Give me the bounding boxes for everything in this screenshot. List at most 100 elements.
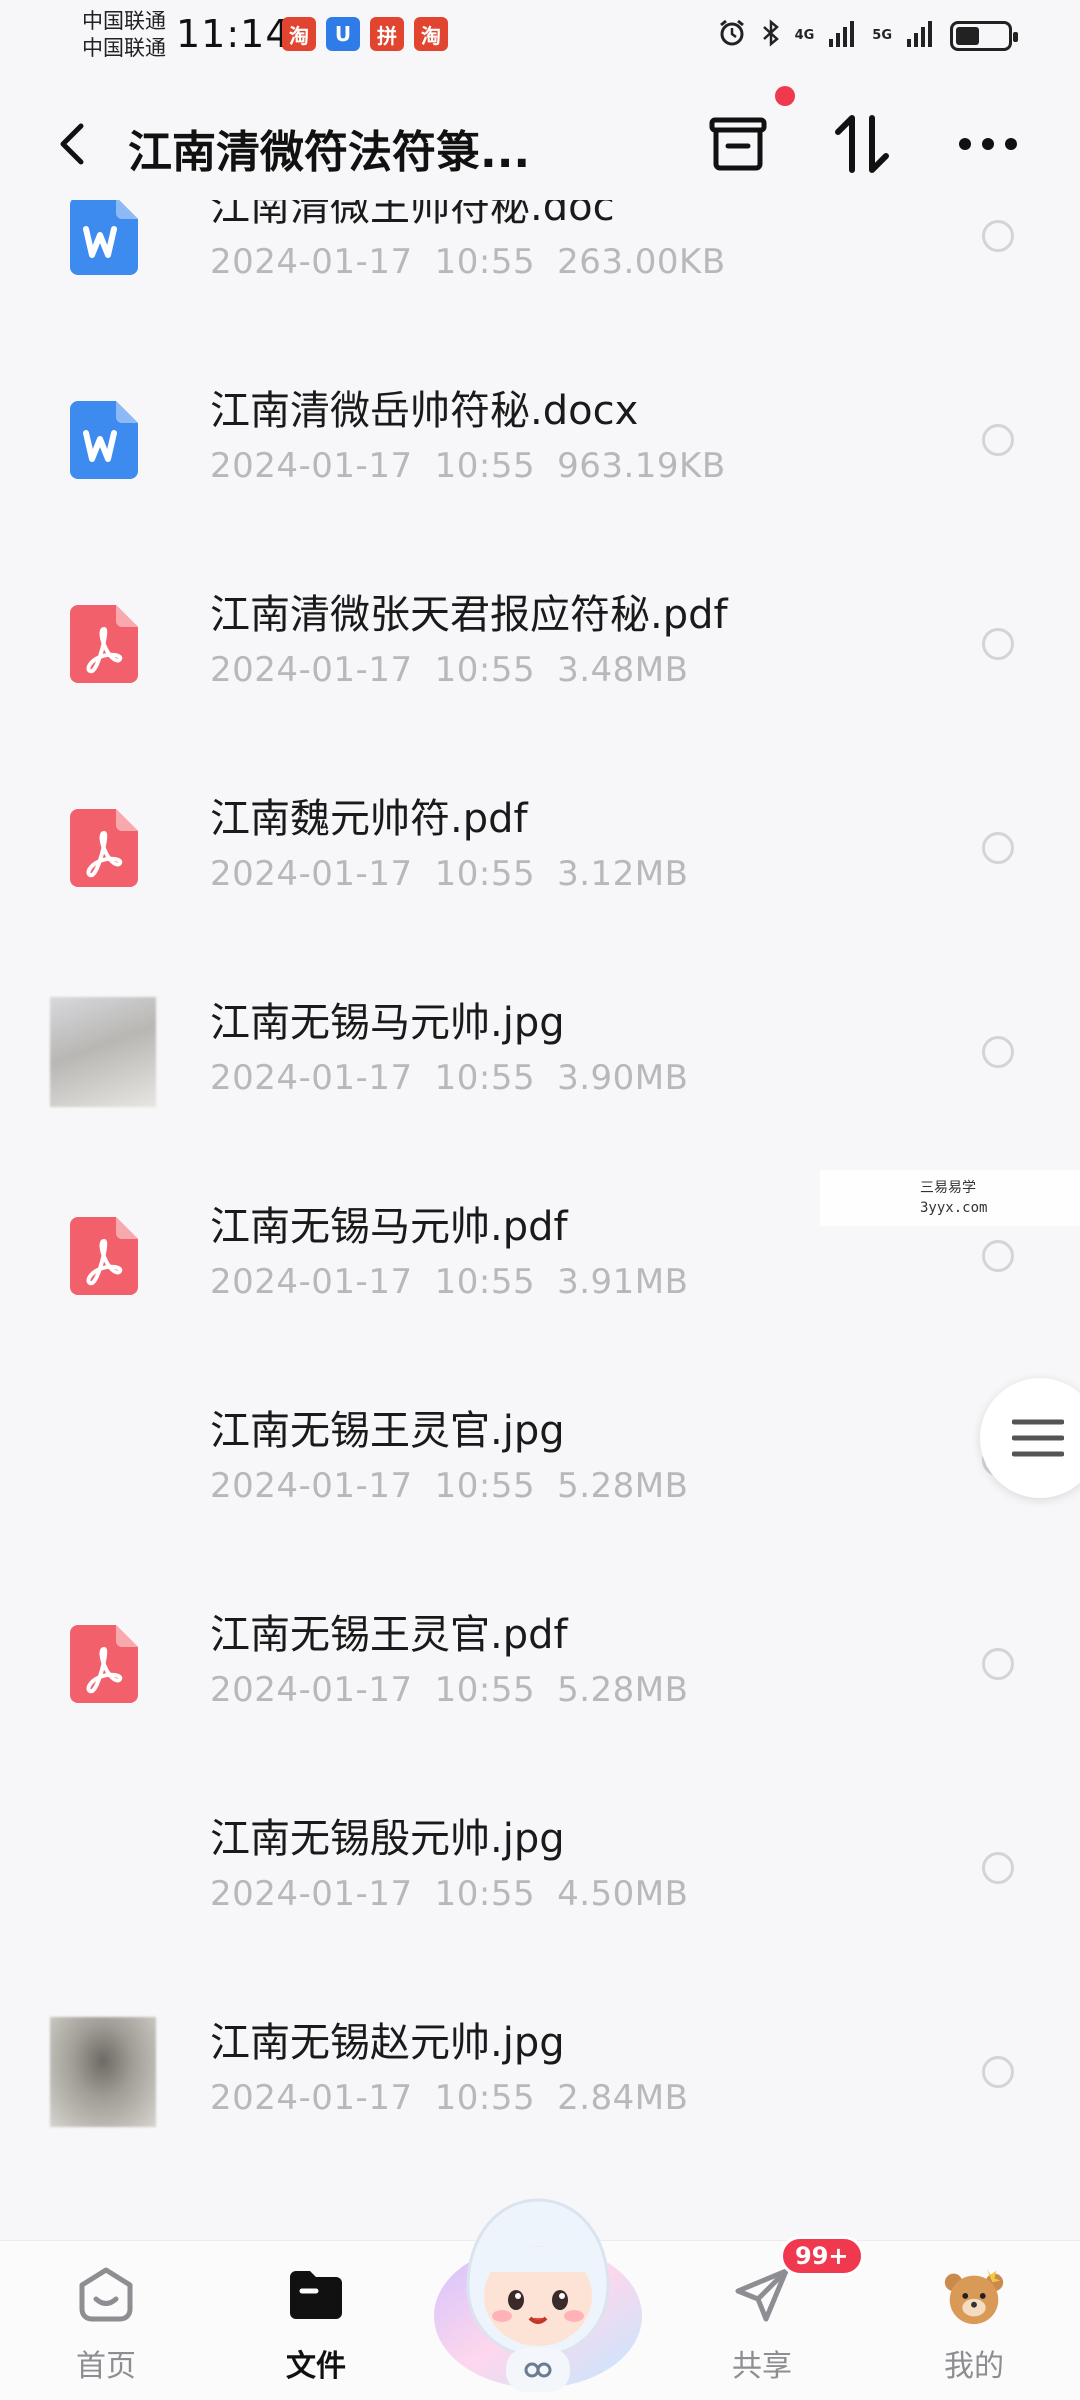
back-arrow-icon — [60, 123, 84, 165]
page-title: 江南清微符法符箓... — [128, 127, 531, 178]
file-date: 2024-01-17 — [210, 1262, 413, 1302]
file-date: 2024-01-17 — [210, 446, 413, 486]
transfer-button[interactable] — [698, 104, 778, 184]
file-date: 2024-01-17 — [210, 242, 413, 282]
select-radio[interactable] — [982, 2056, 1014, 2088]
file-size: 3.91MB — [557, 1262, 689, 1302]
file-name: 江南无锡马元帅.pdf — [210, 1204, 568, 1250]
status-bar: 中国联通 中国联通 11:14 淘 U 拼 淘 4G 5G — [0, 0, 1080, 70]
file-row[interactable]: 江南清微岳帅符秘.docx 2024-01-17 10:55 963.19KB — [0, 338, 1080, 542]
nav-files[interactable]: 文件 — [236, 2241, 396, 2400]
file-meta: 2024-01-17 10:55 4.50MB — [210, 1874, 688, 1914]
more-button[interactable] — [948, 104, 1028, 184]
select-radio[interactable] — [982, 220, 1014, 252]
pinduoduo-app-icon: 拼 — [370, 17, 404, 51]
pdf-file-icon — [70, 605, 138, 683]
nav-files-label: 文件 — [286, 2349, 346, 2384]
back-button[interactable] — [48, 114, 96, 174]
file-size: 5.28MB — [557, 1670, 689, 1710]
notification-app-icons: 淘 U 拼 淘 — [282, 17, 448, 51]
file-name: 江南魏元帅符.pdf — [210, 796, 528, 842]
word-doc-icon — [70, 200, 138, 275]
file-meta: 2024-01-17 10:55 263.00KB — [210, 242, 726, 282]
file-name: 江南无锡王灵官.jpg — [210, 1408, 565, 1454]
pdf-file-icon — [70, 809, 138, 887]
menu-lines-icon — [1012, 1419, 1064, 1457]
file-date: 2024-01-17 — [210, 854, 413, 894]
file-time: 10:55 — [434, 650, 536, 690]
file-meta: 2024-01-17 10:55 3.48MB — [210, 650, 688, 690]
carrier-labels: 中国联通 中国联通 — [82, 8, 166, 62]
file-row[interactable]: 江南无锡殷元帅.jpg 2024-01-17 10:55 4.50MB — [0, 1766, 1080, 1970]
file-row[interactable]: 江南无锡王灵官.pdf 2024-01-17 10:55 5.28MB — [0, 1562, 1080, 1766]
word-doc-icon — [70, 401, 138, 479]
select-radio[interactable] — [982, 1036, 1014, 1068]
nav-home-label: 首页 — [76, 2349, 136, 2384]
nav-home[interactable]: 首页 — [26, 2241, 186, 2400]
carrier-1: 中国联通 — [82, 9, 166, 33]
pdf-file-icon — [70, 1625, 138, 1703]
file-time: 10:55 — [434, 446, 536, 486]
astronaut-mascot-icon — [434, 2198, 642, 2392]
file-date: 2024-01-17 — [210, 1670, 413, 1710]
bear-avatar-icon — [940, 2261, 1008, 2329]
file-time: 10:55 — [434, 1874, 536, 1914]
bluetooth-icon — [761, 18, 781, 53]
network-4g-label: 4G — [794, 28, 815, 43]
battery-level — [956, 26, 979, 45]
signal-icon-1 — [828, 19, 858, 52]
select-radio[interactable] — [982, 1240, 1014, 1272]
file-size: 5.28MB — [557, 1466, 689, 1506]
file-row[interactable]: 江南无锡王灵官.jpg 2024-01-17 10:55 5.28MB — [0, 1358, 1080, 1562]
signal-icon-2 — [906, 19, 936, 52]
select-radio[interactable] — [982, 424, 1014, 456]
select-radio[interactable] — [982, 1852, 1014, 1884]
file-date: 2024-01-17 — [210, 1466, 413, 1506]
file-time: 10:55 — [434, 1262, 536, 1302]
paper-plane-icon — [728, 2261, 796, 2329]
watermark-line-2: 3yyx.com — [920, 1200, 988, 1216]
file-date: 2024-01-17 — [210, 2078, 413, 2118]
file-row[interactable]: 江南无锡赵元帅.jpg 2024-01-17 10:55 2.84MB — [0, 1970, 1080, 2174]
nav-share-label: 共享 — [732, 2349, 792, 2384]
file-row[interactable]: 江南魏元帅符.pdf 2024-01-17 10:55 3.12MB — [0, 746, 1080, 950]
select-radio[interactable] — [982, 628, 1014, 660]
select-radio[interactable] — [982, 1648, 1014, 1680]
watermark-line-1: 三易易学 — [920, 1180, 976, 1196]
alarm-icon — [717, 18, 747, 53]
file-size: 963.19KB — [557, 446, 726, 486]
file-size: 2.84MB — [557, 2078, 689, 2118]
file-row[interactable]: 江南清微张天君报应符秘.pdf 2024-01-17 10:55 3.48MB — [0, 542, 1080, 746]
mascot-center-button[interactable] — [428, 2176, 648, 2400]
file-name: 江南清微王帅符秘.doc — [210, 200, 615, 230]
share-notification-badge: 99+ — [780, 2236, 864, 2276]
file-size: 4.50MB — [557, 1874, 689, 1914]
file-time: 10:55 — [434, 2078, 536, 2118]
file-time: 10:55 — [434, 1466, 536, 1506]
file-time: 10:55 — [434, 1058, 536, 1098]
file-meta: 2024-01-17 10:55 5.28MB — [210, 1670, 688, 1710]
nav-mine-label: 我的 — [944, 2349, 1004, 2384]
file-row[interactable]: 江南无锡马元帅.jpg 2024-01-17 10:55 3.90MB — [0, 950, 1080, 1154]
pdf-file-icon — [70, 1217, 138, 1295]
watermark: 三易易学 3yyx.com — [820, 1170, 1080, 1226]
file-name: 江南无锡马元帅.jpg — [210, 1000, 565, 1046]
file-name: 江南无锡王灵官.pdf — [210, 1612, 568, 1658]
folder-icon — [282, 2261, 350, 2329]
file-date: 2024-01-17 — [210, 1058, 413, 1098]
image-thumbnail — [50, 997, 156, 1107]
select-radio[interactable] — [982, 832, 1014, 864]
network-5g-label: 5G — [872, 28, 892, 43]
file-meta: 2024-01-17 10:55 963.19KB — [210, 446, 726, 486]
file-meta: 2024-01-17 10:55 3.12MB — [210, 854, 688, 894]
file-meta: 2024-01-17 10:55 3.91MB — [210, 1262, 688, 1302]
nav-mine[interactable]: 我的 — [894, 2241, 1054, 2400]
battery-icon — [950, 20, 1018, 51]
header: 江南清微符法符箓... — [0, 80, 1080, 210]
file-name: 江南清微张天君报应符秘.pdf — [210, 592, 728, 638]
file-row[interactable]: 江南清微王帅符秘.doc 2024-01-17 10:55 263.00KB — [0, 200, 1080, 338]
file-size: 3.48MB — [557, 650, 689, 690]
file-meta: 2024-01-17 10:55 5.28MB — [210, 1466, 688, 1506]
sort-button[interactable] — [822, 104, 902, 184]
file-name: 江南清微岳帅符秘.docx — [210, 388, 639, 434]
